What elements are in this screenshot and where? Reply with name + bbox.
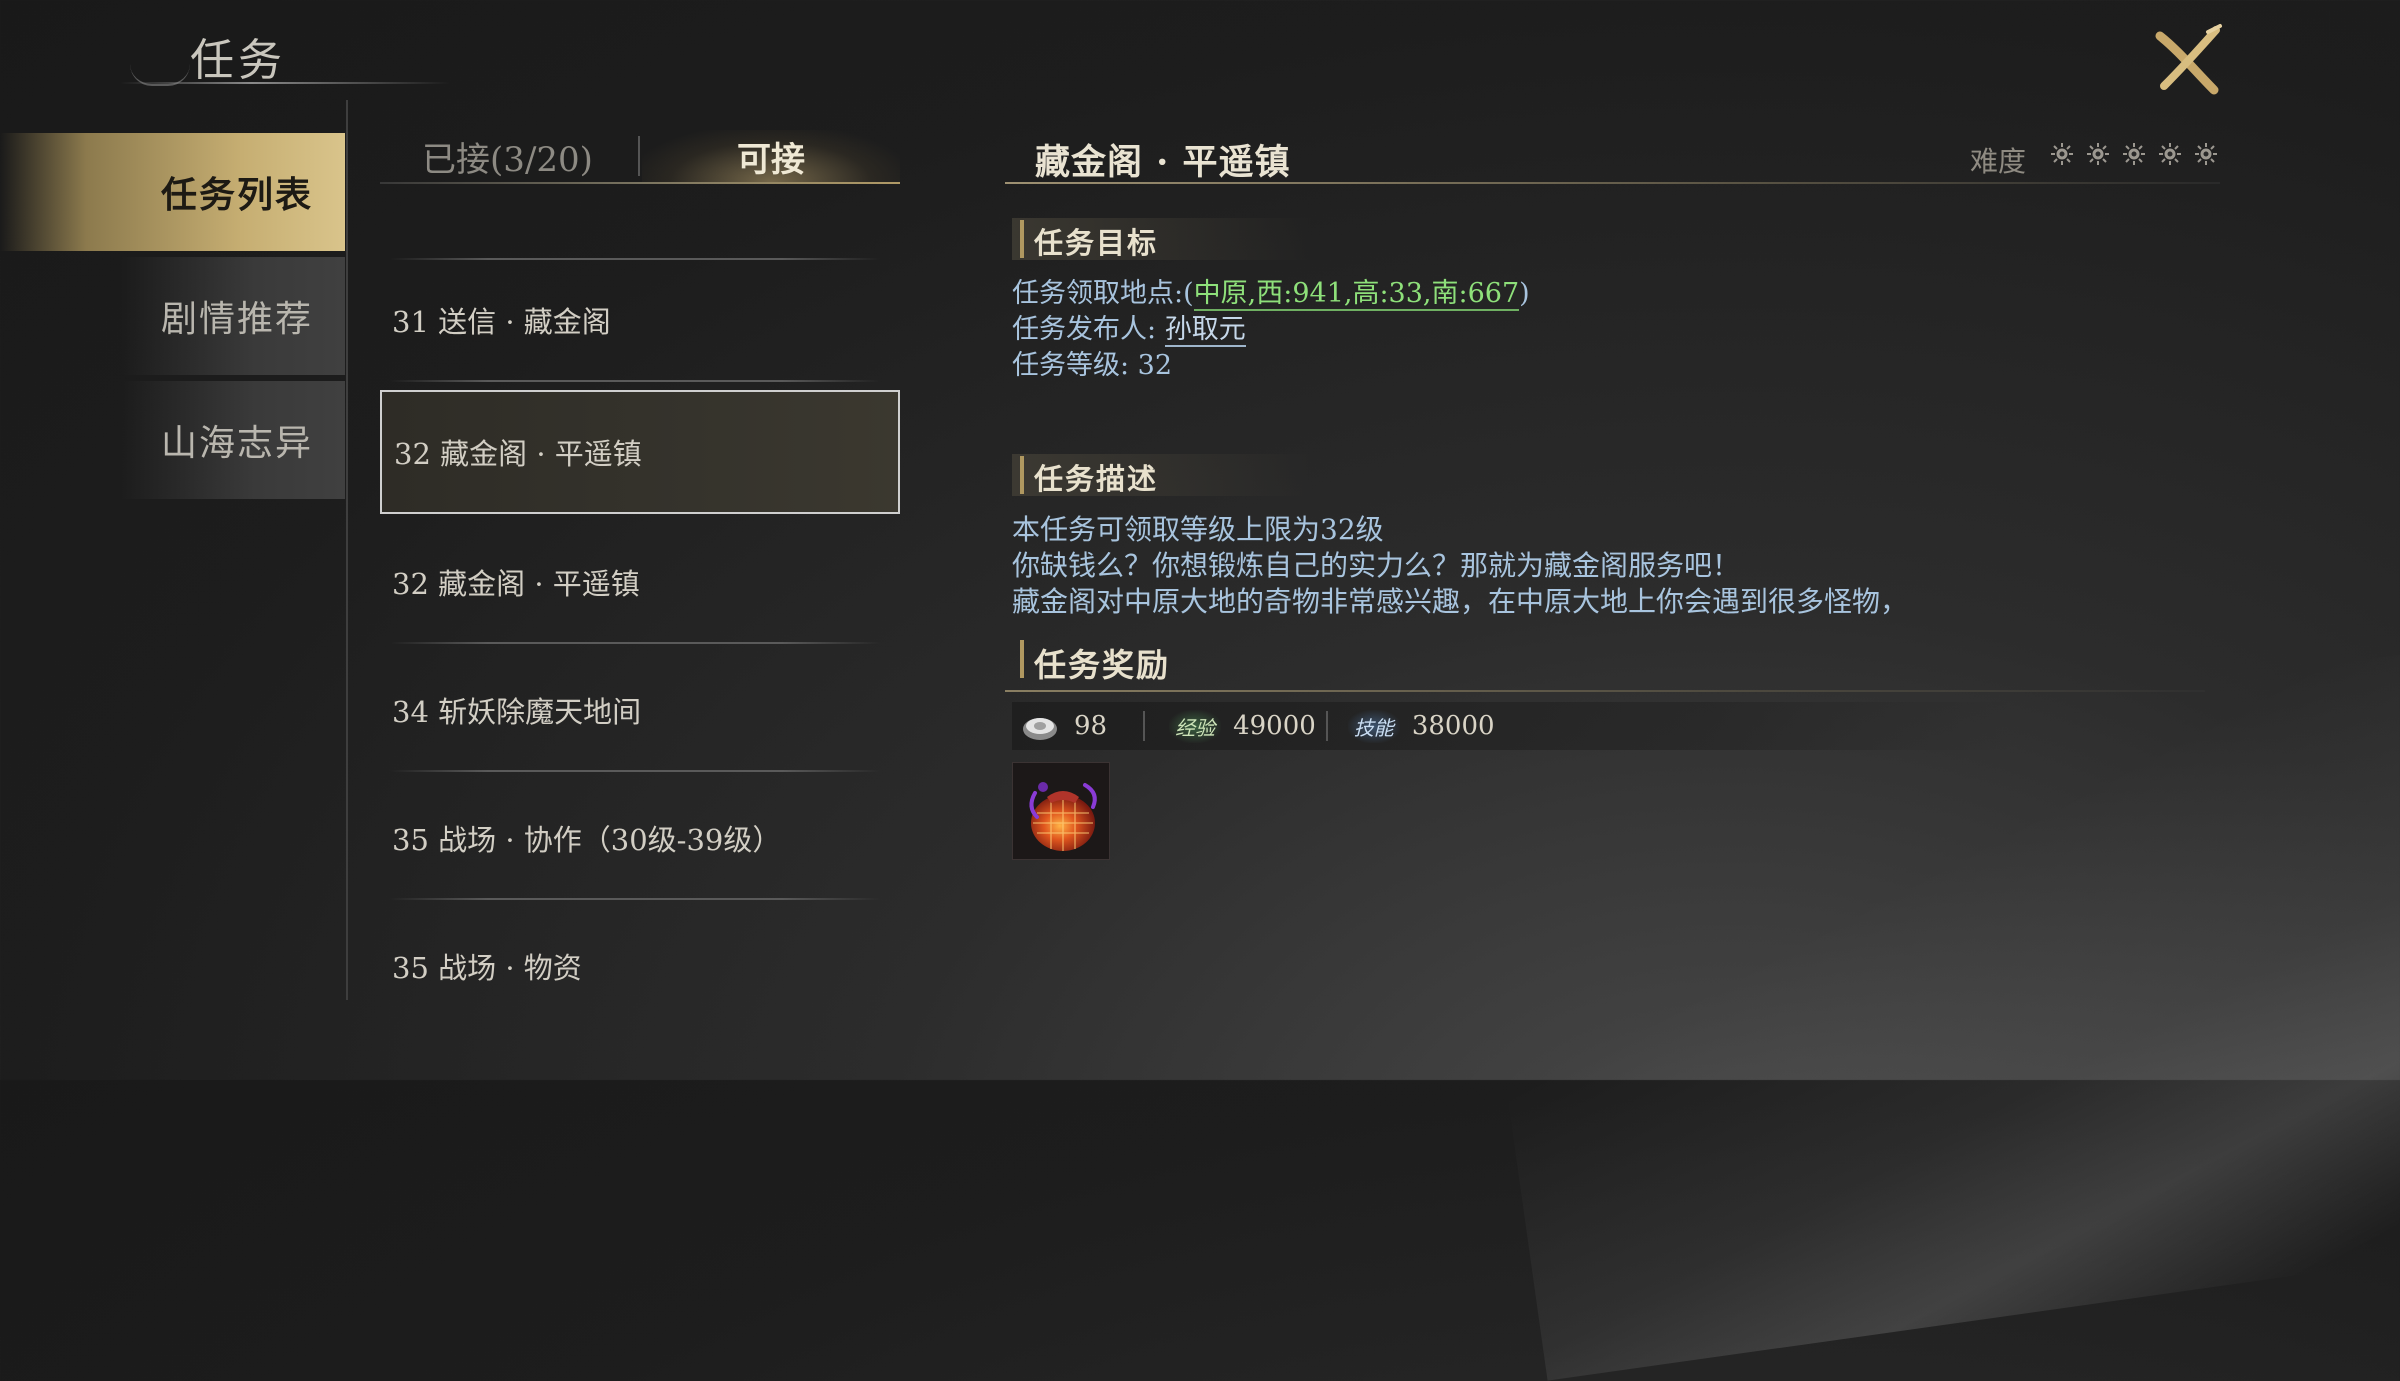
objective-level: 任务等级: 32 [1012, 350, 1173, 381]
difficulty-star-icon [2195, 143, 2217, 165]
category-shanhai-tales[interactable]: 山海志异 [120, 381, 345, 499]
difficulty-star-icon [2159, 143, 2181, 165]
description-line: 你缺钱么？你想锻炼自己的实力么？那就为藏金阁服务吧！ [1012, 549, 1741, 582]
tab-label: 已接(3/20) [422, 139, 593, 180]
publisher-link[interactable]: 孙取元 [1164, 314, 1246, 347]
quest-name: 35 战场 · 物资 [392, 951, 582, 985]
tab-label: 可接 [737, 139, 805, 180]
list-divider [390, 770, 880, 772]
list-divider [390, 642, 880, 644]
rewards-underline [1005, 690, 2205, 692]
quest-detail-title: 藏金阁 · 平遥镇 [1035, 142, 1291, 183]
detail-title-underline [1005, 182, 2220, 184]
quest-list-item[interactable]: 32 藏金阁 · 平遥镇 [380, 520, 900, 644]
location-link[interactable]: 中原,西:941,高:33,南:667 [1193, 278, 1520, 311]
silver-ingot-icon [1023, 718, 1057, 740]
location-label: 任务领取地点: [1012, 278, 1184, 309]
skill-icon: 技能 [1347, 709, 1400, 743]
difficulty-label: 难度 [1970, 145, 2027, 178]
category-menu: 任务列表 剧情推荐 山海志异 [0, 133, 345, 1080]
category-label: 剧情推荐 [160, 299, 313, 340]
reward-divider [1325, 711, 1328, 741]
quest-name: 34 斩妖除魔天地间 [392, 695, 642, 729]
quest-list-item[interactable]: 35 战场 · 协作（30级-39级） [380, 776, 900, 900]
tab-divider [638, 136, 640, 176]
exp-reward: 经验 49000 [1169, 702, 1316, 750]
rewards-heading: 任务奖励 [1012, 640, 1170, 686]
quest-name: 35 战场 · 协作（30级-39级） [392, 823, 782, 857]
quest-name: 31 送信 · 藏金阁 [392, 305, 611, 339]
quest-list-item-selected[interactable]: 32 藏金阁 · 平遥镇 [380, 390, 900, 514]
category-quest-list[interactable]: 任务列表 [0, 133, 345, 251]
difficulty-star-icon [2123, 143, 2145, 165]
category-story-recommend[interactable]: 剧情推荐 [120, 257, 345, 375]
treasure-pouch-icon[interactable] [1013, 763, 1109, 859]
objective-location-row: 任务领取地点:(中原,西:941,高:33,南:667) [1012, 278, 1530, 311]
close-icon[interactable] [2148, 20, 2228, 100]
description-heading: 任务描述 [1012, 456, 1158, 498]
publisher-label: 任务发布人: [1012, 314, 1157, 345]
description-line: 本任务可领取等级上限为32级 [1012, 513, 1384, 546]
close-button[interactable] [2148, 20, 2228, 100]
description-text: 本任务可领取等级上限为32级 你缺钱么？你想锻炼自己的实力么？那就为藏金阁服务吧… [1012, 512, 2212, 622]
skill-amount: 38000 [1411, 711, 1495, 741]
exp-amount: 49000 [1233, 711, 1316, 741]
quest-list-item[interactable]: 34 斩妖除魔天地间 [380, 648, 900, 772]
difficulty-star-icon [2051, 143, 2073, 165]
quest-list-item[interactable]: 31 送信 · 藏金阁 [380, 258, 900, 382]
silver-reward: 98 [1012, 702, 1107, 750]
reward-item-slot[interactable] [1012, 762, 1110, 860]
description-line: 藏金阁对中原大地的奇物非常感兴趣，在中原大地上你会遇到很多怪物， [1012, 585, 1909, 618]
quest-name: 32 藏金阁 · 平遥镇 [392, 567, 640, 601]
quest-name: 32 藏金阁 · 平遥镇 [394, 437, 642, 471]
difficulty-rating [2050, 142, 2218, 166]
tab-available[interactable]: 可接 [642, 130, 900, 182]
tab-accepted[interactable]: 已接(3/20) [380, 130, 635, 182]
objective-heading: 任务目标 [1012, 220, 1158, 262]
reward-divider [1143, 711, 1146, 741]
difficulty-star-icon [2087, 143, 2109, 165]
title-underline [120, 82, 450, 84]
exp-icon: 经验 [1169, 709, 1222, 743]
quest-list-item[interactable]: 35 战场 · 物资 [380, 904, 900, 1028]
category-label: 山海志异 [160, 423, 313, 464]
silver-amount: 98 [1074, 711, 1108, 741]
column-divider [346, 100, 348, 1000]
tabs-underline [380, 182, 900, 184]
quest-tabs: 已接(3/20) 可接 [380, 130, 900, 185]
rewards-bar: 98 经验 49000 技能 38000 [1012, 702, 2012, 750]
category-label: 任务列表 [160, 174, 313, 216]
objective-publisher-row: 任务发布人: 孙取元 [1012, 312, 1246, 348]
list-divider [390, 380, 880, 382]
list-divider [390, 898, 880, 900]
skill-reward: 技能 38000 [1347, 702, 1495, 750]
page-title: 任务 [190, 35, 286, 86]
